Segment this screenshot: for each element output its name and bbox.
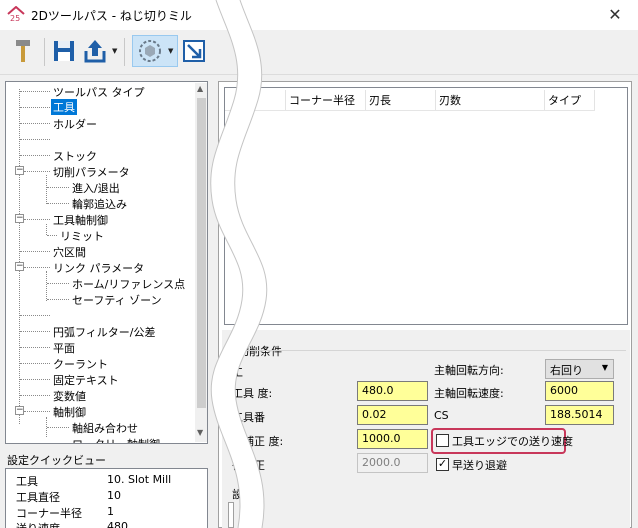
- screenshot-cut-mark: [210, 0, 268, 528]
